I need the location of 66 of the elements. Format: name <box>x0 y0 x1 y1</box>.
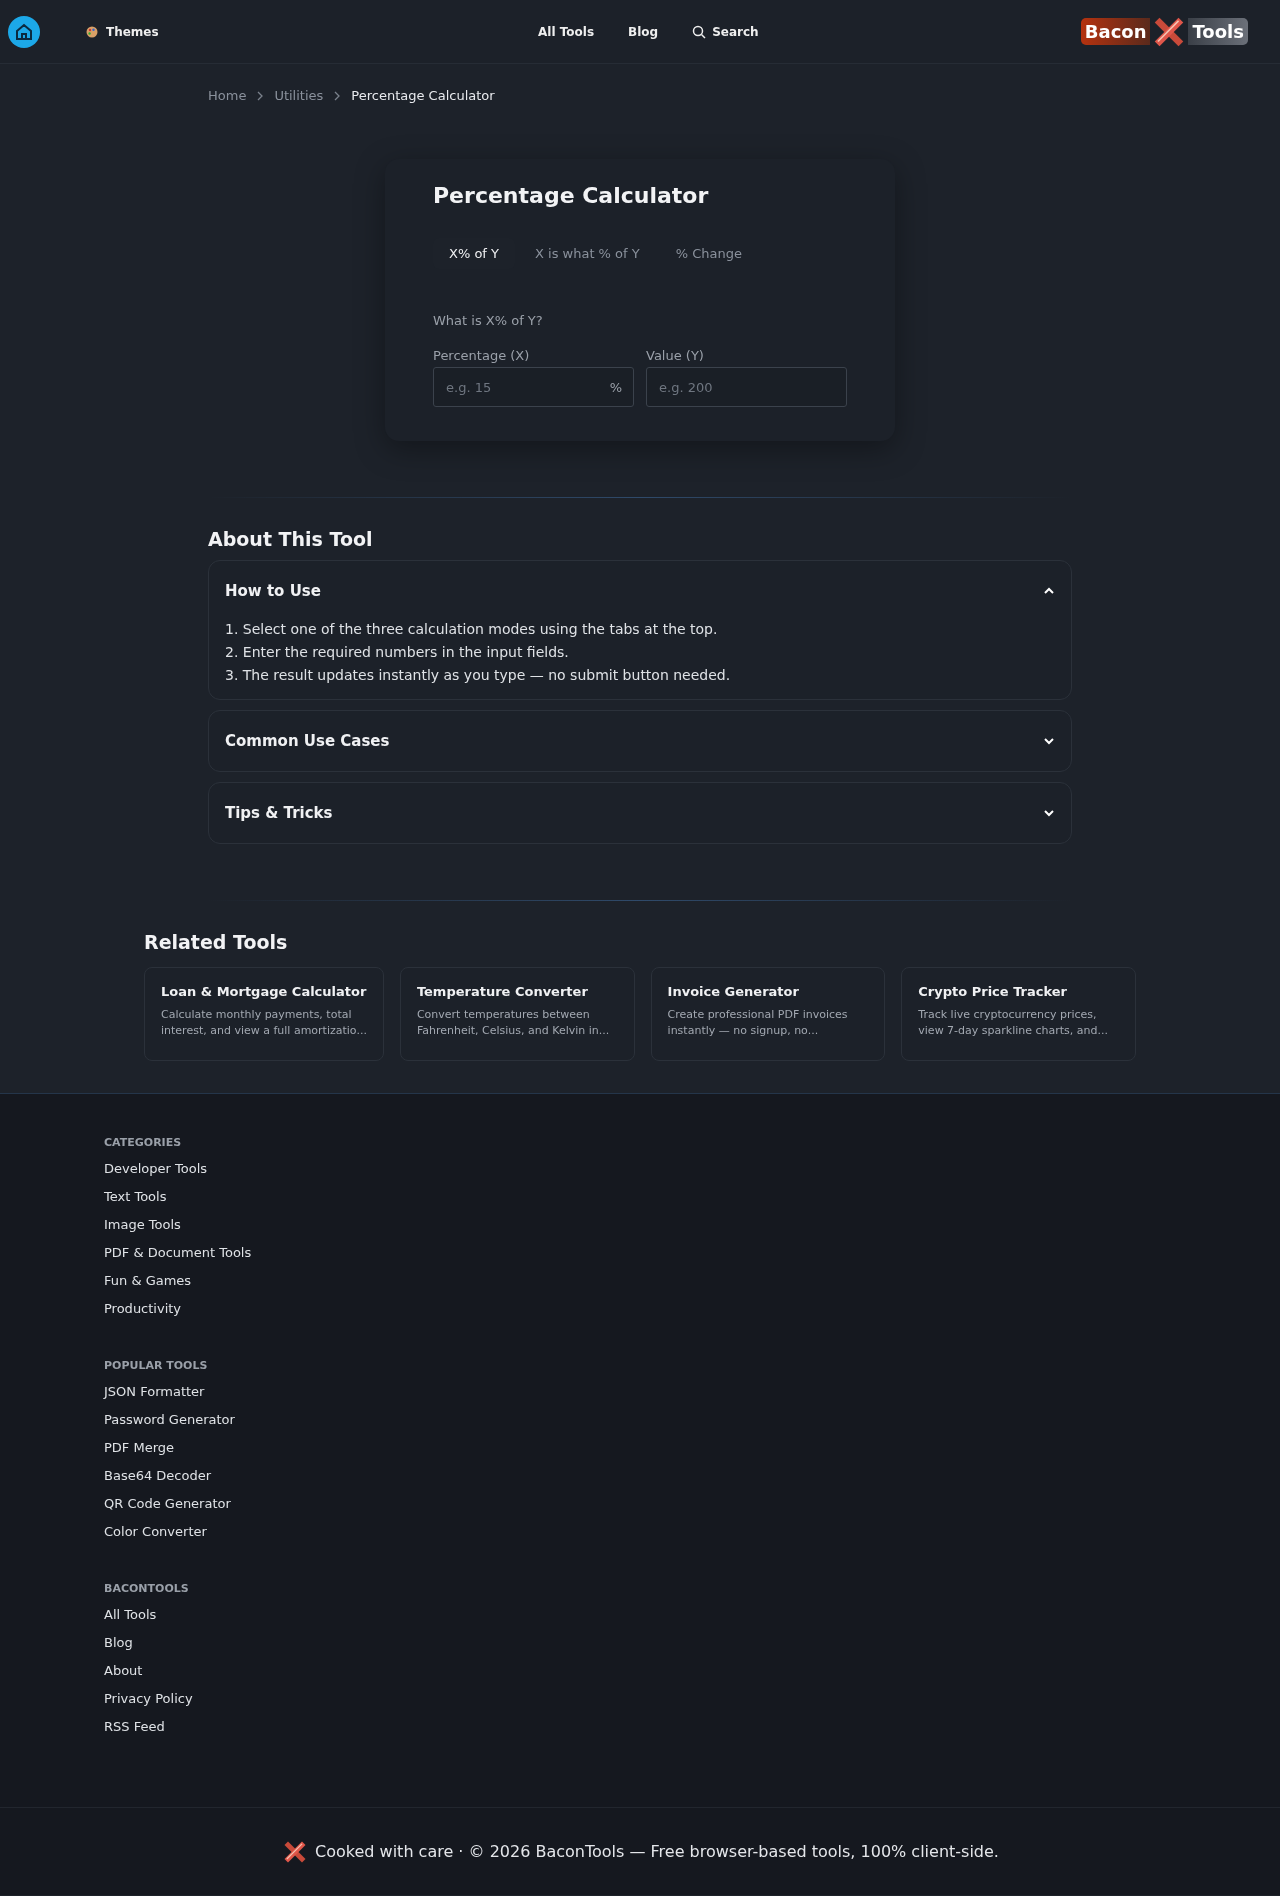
percent-suffix: % <box>609 380 622 395</box>
footer-link[interactable]: Fun & Games <box>104 1273 1176 1301</box>
chevron-right-icon <box>333 90 342 101</box>
footer-heading: CATEGORIES <box>104 1136 183 1149</box>
tool-description: Convert temperatures between Fahrenheit, Celsius, and Kelvin in... <box>416 1007 611 1039</box>
footer-link[interactable]: About <box>104 1663 1176 1691</box>
nav-link[interactable]: Blog <box>628 24 659 39</box>
footer-link[interactable]: Privacy Policy <box>104 1691 1176 1719</box>
mode-tab[interactable]: % Change <box>659 238 758 269</box>
footer-heading: POPULAR TOOLS <box>104 1359 209 1372</box>
calculator-title: Percentage Calculator <box>433 183 710 208</box>
footer-link[interactable]: Blog <box>104 1635 1176 1663</box>
instruction-line: 2. Enter the required numbers in the input fields. <box>225 644 570 660</box>
breadcrumb-link[interactable]: Percentage Calculator <box>351 88 495 103</box>
tool-card[interactable]: Loan & Mortgage Calculator Calculate monthly payments, total interest, and view a full amortizatio... <box>144 967 384 1061</box>
chevron-down-icon <box>1043 807 1055 819</box>
nav-link[interactable]: All Tools <box>538 24 595 39</box>
footer-link[interactable]: PDF & Document Tools <box>104 1245 1176 1273</box>
footer-link[interactable]: QR Code Generator <box>104 1496 1176 1524</box>
tool-card[interactable]: Invoice Generator Create professional PDF invoices instantly — no signup, no... <box>650 967 886 1061</box>
footer-link[interactable]: PDF Merge <box>104 1440 1176 1468</box>
section-title: Related Tools <box>144 931 289 953</box>
copyright-text: Cooked with care · © 2026 BaconTools — Free browser-based tools, 100% client-side. <box>315 1842 999 1861</box>
footer-link[interactable]: All Tools <box>104 1607 1176 1635</box>
instruction-line: 3. The result updates instantly as you type — no submit button needed. <box>225 667 732 683</box>
palette-icon <box>86 25 98 38</box>
tool-title: Invoice Generator <box>667 984 800 999</box>
instruction-line: 1. Select one of the three calculation modes using the tabs at the top. <box>225 621 719 637</box>
footer-link[interactable]: Developer Tools <box>104 1161 1176 1189</box>
search-icon <box>692 24 707 39</box>
tool-card[interactable]: Crypto Price Tracker Track live cryptocurrency prices, view 7-day sparkline charts, and... <box>901 967 1136 1061</box>
tool-title: Crypto Price Tracker <box>918 984 1068 999</box>
logo-text[interactable]: Tools <box>1188 18 1248 45</box>
accordion-header[interactable]: How to Use <box>209 561 1071 621</box>
footer-link[interactable]: Image Tools <box>104 1217 1176 1245</box>
chevron-right-icon <box>256 90 265 101</box>
footer-link[interactable]: JSON Formatter <box>104 1384 1176 1412</box>
accordion-header[interactable]: Common Use Cases <box>209 711 1071 771</box>
footer-link[interactable]: Productivity <box>104 1301 1176 1329</box>
tool-title: Loan & Mortgage Calculator <box>161 984 367 999</box>
tool-card[interactable]: Temperature Converter Convert temperatures between Fahrenheit, Celsius, and Kelvin in... <box>399 967 635 1061</box>
home-button[interactable] <box>8 15 40 48</box>
tool-description: Track live cryptocurrency prices, view 7-day sparkline charts, and... <box>918 1007 1110 1039</box>
tool-description: Create professional PDF invoices instantly — no signup, no... <box>667 1007 849 1039</box>
home-icon <box>14 21 34 42</box>
logo-text[interactable]: Bacon <box>1080 18 1151 45</box>
field-label: Percentage (X) <box>433 348 531 363</box>
footer-link[interactable]: Color Converter <box>104 1524 1176 1552</box>
search-link[interactable]: Search <box>692 24 759 39</box>
tool-description: Calculate monthly payments, total interest, and view a full amortizatio... <box>161 1007 367 1039</box>
footer-link[interactable]: Text Tools <box>104 1189 1176 1217</box>
footer-link[interactable]: RSS Feed <box>104 1719 1176 1747</box>
footer-heading: BACONTOOLS <box>104 1582 190 1595</box>
breadcrumb-link[interactable]: Home <box>208 88 247 103</box>
tool-title: Temperature Converter <box>416 984 589 999</box>
field-label: Value (Y) <box>646 348 705 363</box>
mode-tab[interactable]: X is what % of Y <box>519 238 656 269</box>
section-title: About This Tool <box>208 528 374 550</box>
themes-button[interactable]: Themes <box>80 23 165 40</box>
chevron-down-icon <box>1043 735 1055 747</box>
question-text: What is X% of Y? <box>433 313 544 328</box>
footer-link[interactable]: Base64 Decoder <box>104 1468 1176 1496</box>
input-field[interactable]: e.g. 200 <box>646 367 847 407</box>
footer-link[interactable]: Password Generator <box>104 1412 1176 1440</box>
breadcrumb-link[interactable]: Utilities <box>274 88 324 103</box>
accordion-header[interactable]: Tips & Tricks <box>209 783 1071 843</box>
